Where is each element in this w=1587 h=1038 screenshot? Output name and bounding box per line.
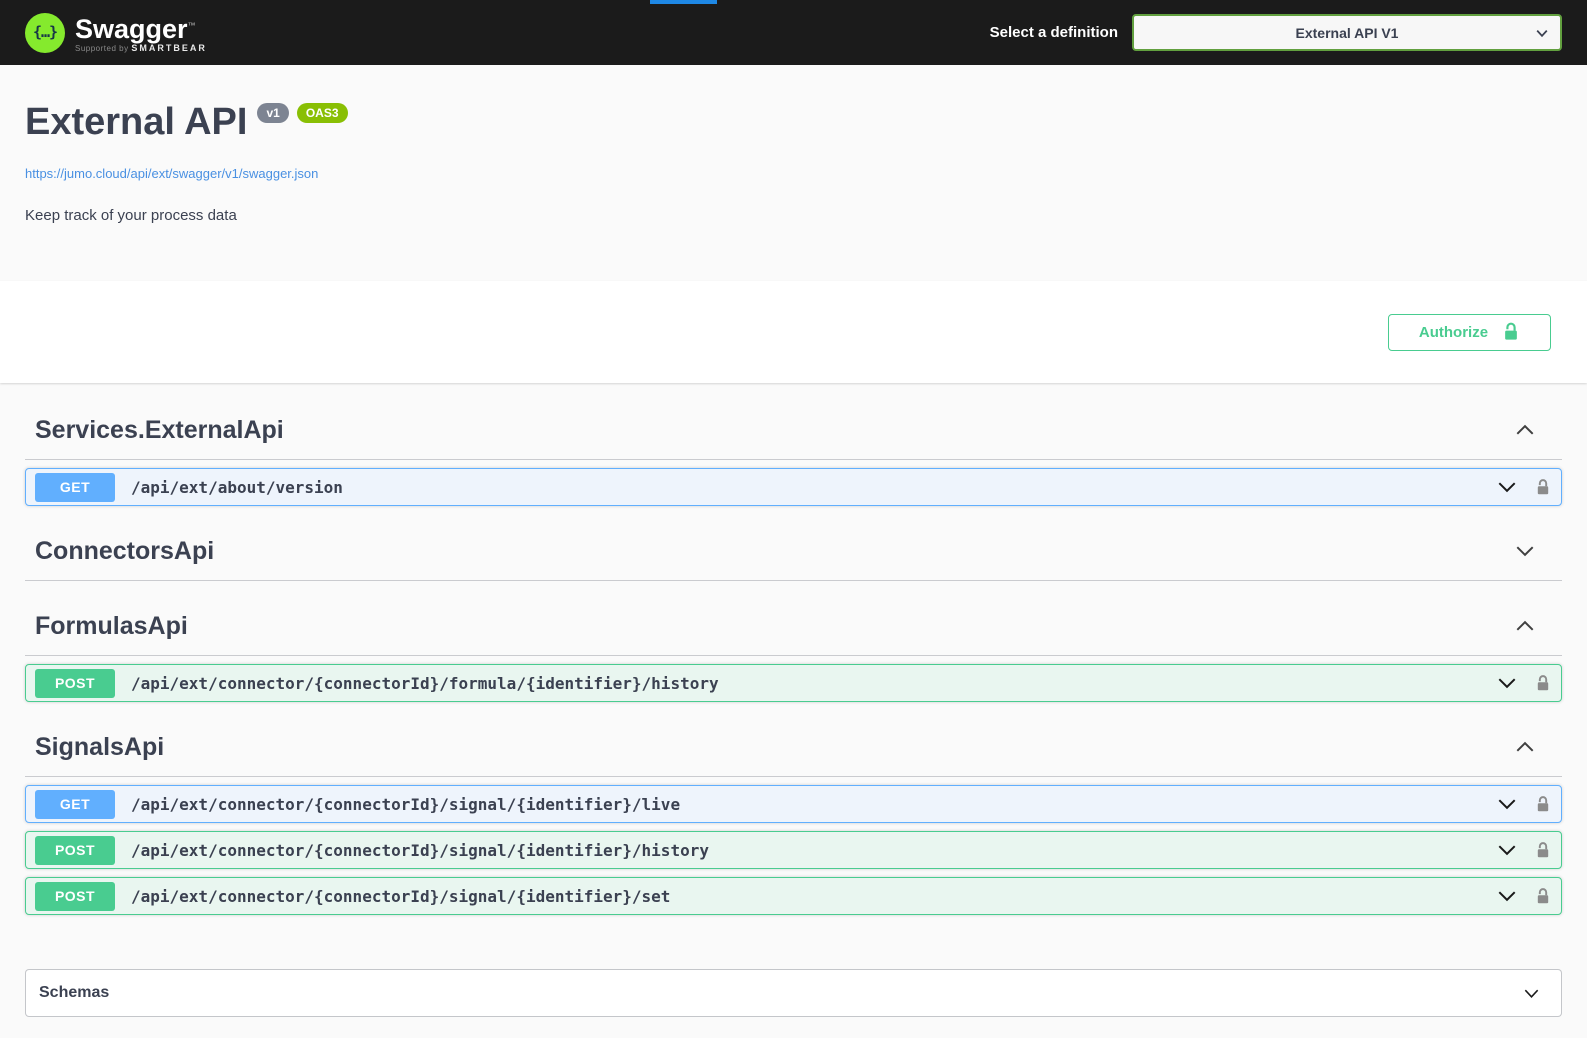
- operation-path: /api/ext/connector/{connectorId}/signal/…: [131, 841, 1496, 860]
- api-tag-section: FormulasApi POST /api/ext/connector/{con…: [25, 612, 1562, 702]
- section-header[interactable]: FormulasApi: [25, 612, 1562, 656]
- http-method-badge: POST: [35, 882, 115, 911]
- select-definition-label: Select a definition: [990, 24, 1118, 41]
- operation-row[interactable]: POST /api/ext/connector/{connectorId}/fo…: [25, 664, 1562, 702]
- schemas-title: Schemas: [39, 984, 109, 1002]
- chevron-up-icon[interactable]: [1514, 736, 1536, 758]
- operation-path: /api/ext/about/version: [131, 478, 1496, 497]
- chevron-up-icon[interactable]: [1514, 615, 1536, 637]
- section-title: SignalsApi: [35, 733, 164, 761]
- chevron-down-icon[interactable]: [1496, 793, 1518, 815]
- unlock-icon[interactable]: [1535, 841, 1551, 860]
- section-title: FormulasApi: [35, 612, 188, 640]
- operation-row[interactable]: GET /api/ext/about/version: [25, 468, 1562, 506]
- oas3-badge: OAS3: [297, 103, 348, 123]
- scheme-container: Authorize: [0, 281, 1587, 383]
- schemas-section-header[interactable]: Schemas: [25, 969, 1562, 1017]
- operation-path: /api/ext/connector/{connectorId}/formula…: [131, 674, 1496, 693]
- section-title: ConnectorsApi: [35, 537, 214, 565]
- operation-path: /api/ext/connector/{connectorId}/signal/…: [131, 887, 1496, 906]
- unlock-icon[interactable]: [1535, 887, 1551, 906]
- unlock-icon[interactable]: [1535, 478, 1551, 497]
- authorize-label: Authorize: [1419, 324, 1488, 341]
- chevron-down-icon[interactable]: [1496, 885, 1518, 907]
- definition-selector: Select a definition External API V1: [990, 14, 1562, 51]
- definition-select[interactable]: External API V1: [1132, 14, 1562, 51]
- loading-indicator: [650, 0, 717, 4]
- chevron-down-icon[interactable]: [1496, 476, 1518, 498]
- http-method-badge: GET: [35, 790, 115, 819]
- operations-list: POST /api/ext/connector/{connectorId}/fo…: [25, 664, 1562, 702]
- info-section: External API v1 OAS3 https://jumo.cloud/…: [0, 65, 1587, 281]
- chevron-down-icon[interactable]: [1514, 540, 1536, 562]
- api-tag-section: SignalsApi GET /api/ext/connector/{conne…: [25, 733, 1562, 915]
- supported-by: Supported by SMARTBEAR: [75, 43, 207, 54]
- version-badge: v1: [257, 103, 288, 123]
- http-method-badge: POST: [35, 836, 115, 865]
- topbar: {…} Swagger™ Supported by SMARTBEAR Sele…: [0, 0, 1587, 65]
- operations-wrapper: Services.ExternalApi GET /api/ext/about/…: [0, 416, 1587, 1029]
- selected-definition: External API V1: [1134, 25, 1560, 41]
- chevron-down-icon[interactable]: [1496, 672, 1518, 694]
- section-header[interactable]: ConnectorsApi: [25, 537, 1562, 581]
- swagger-logo-icon: {…}: [25, 13, 65, 53]
- chevron-up-icon[interactable]: [1514, 419, 1536, 441]
- page-title: External API: [25, 101, 247, 143]
- authorize-button[interactable]: Authorize: [1388, 314, 1551, 351]
- smartbear-label: SMARTBEAR: [131, 43, 207, 53]
- trademark-symbol: ™: [188, 21, 196, 30]
- brand-name: Swagger™: [75, 12, 207, 43]
- section-header[interactable]: SignalsApi: [25, 733, 1562, 777]
- unlock-icon[interactable]: [1535, 674, 1551, 693]
- chevron-down-icon[interactable]: [1496, 839, 1518, 861]
- api-tag-section: Services.ExternalApi GET /api/ext/about/…: [25, 416, 1562, 506]
- spec-url-link[interactable]: https://jumo.cloud/api/ext/swagger/v1/sw…: [25, 166, 318, 181]
- sections-list: Services.ExternalApi GET /api/ext/about/…: [25, 416, 1562, 915]
- swagger-logo-link[interactable]: {…} Swagger™ Supported by SMARTBEAR: [25, 12, 207, 54]
- operation-row[interactable]: POST /api/ext/connector/{connectorId}/si…: [25, 831, 1562, 869]
- chevron-down-icon: [1522, 984, 1541, 1003]
- operations-list: GET /api/ext/about/version: [25, 468, 1562, 506]
- operations-list: GET /api/ext/connector/{connectorId}/sig…: [25, 785, 1562, 915]
- api-description: Keep track of your process data: [25, 207, 1562, 224]
- http-method-badge: GET: [35, 473, 115, 502]
- section-title: Services.ExternalApi: [35, 416, 284, 444]
- chevron-down-icon: [1534, 25, 1550, 41]
- http-method-badge: POST: [35, 669, 115, 698]
- operation-path: /api/ext/connector/{connectorId}/signal/…: [131, 795, 1496, 814]
- operation-row[interactable]: POST /api/ext/connector/{connectorId}/si…: [25, 877, 1562, 915]
- unlock-icon: [1502, 322, 1520, 342]
- operation-row[interactable]: GET /api/ext/connector/{connectorId}/sig…: [25, 785, 1562, 823]
- unlock-icon[interactable]: [1535, 795, 1551, 814]
- section-header[interactable]: Services.ExternalApi: [25, 416, 1562, 460]
- api-tag-section: ConnectorsApi: [25, 537, 1562, 581]
